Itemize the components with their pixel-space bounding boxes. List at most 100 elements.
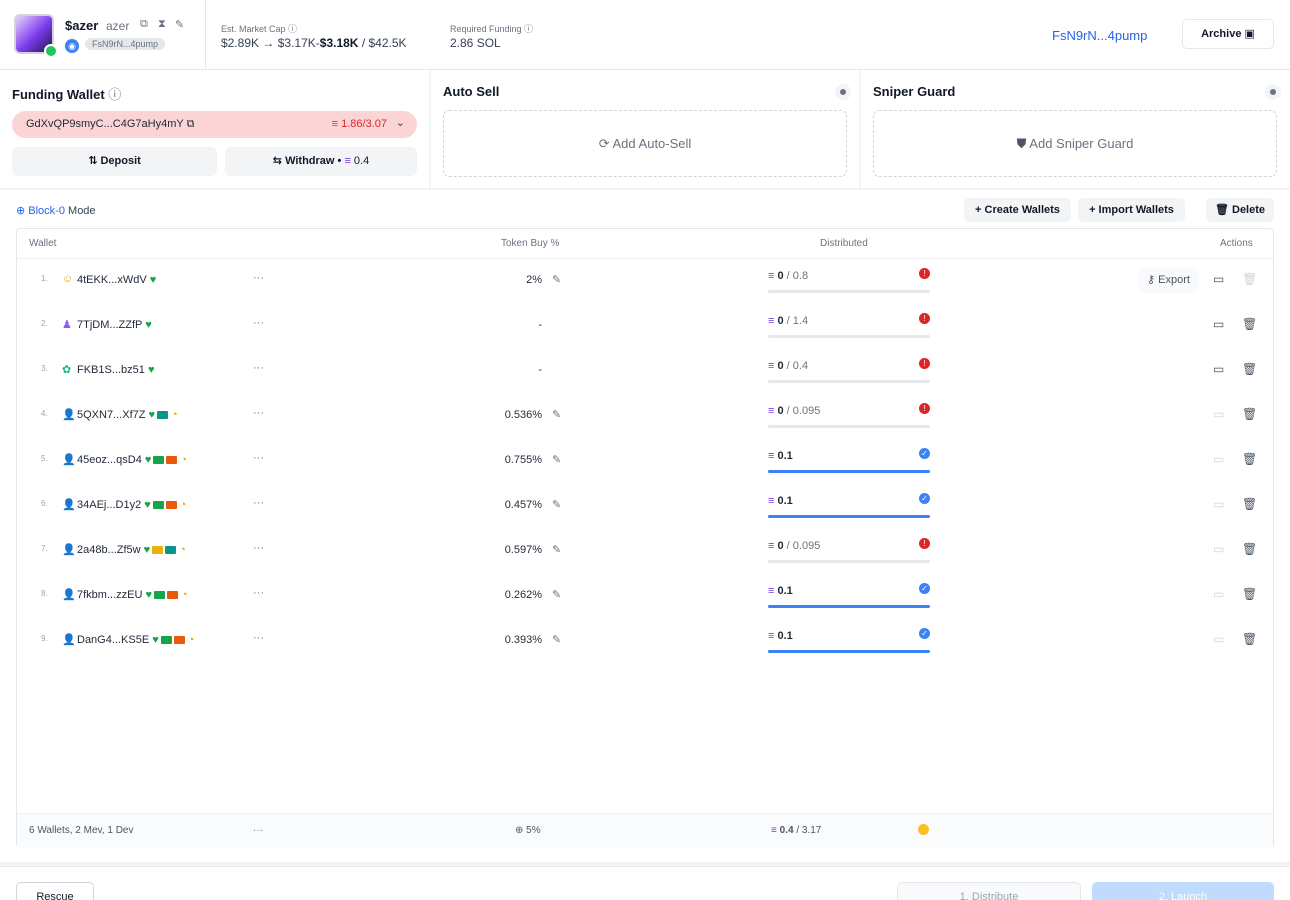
wallet-avatar-icon: ☺ — [62, 273, 74, 285]
token-address[interactable]: FsN9rN...4pump — [85, 38, 166, 50]
deposit-button[interactable]: ⇅ Deposit — [12, 147, 217, 176]
help-icon[interactable]: ⓘ — [524, 24, 533, 34]
distribution-cell: ≡ 0.1 ✓ — [768, 583, 930, 608]
col-actions: Actions — [1220, 238, 1253, 249]
trash-icon[interactable]: 🗑 — [1242, 587, 1257, 601]
timer-icon: ◔ — [179, 544, 186, 556]
wallet-address[interactable]: FKB1S...bz51 ♥ — [77, 364, 154, 376]
shield-check-icon: ♥ — [147, 364, 155, 376]
trash-icon: 🗑 — [1214, 204, 1229, 216]
copy-icon[interactable]: ⧉ — [140, 18, 148, 31]
withdraw-icon: ⇆ — [272, 155, 282, 167]
import-wallets-button[interactable]: + Import Wallets — [1078, 198, 1185, 222]
mint-address-link[interactable]: FsN9rN...4pump — [1052, 28, 1147, 43]
distribution-progress-bar — [768, 560, 930, 563]
token-buy-percent: - — [538, 364, 542, 376]
wallet-address[interactable]: 45eoz...qsD4 ♥ ◔ — [77, 454, 187, 466]
add-auto-sell-button[interactable]: ⟳ Add Auto-Sell — [443, 110, 847, 177]
folder-icon[interactable]: ▭ — [1213, 407, 1224, 421]
folder-icon[interactable]: ▭ — [1213, 452, 1224, 466]
more-icon[interactable]: ··· — [253, 632, 264, 644]
folder-icon[interactable]: ▭ — [1213, 497, 1224, 511]
check-status-icon: ✓ — [919, 493, 930, 504]
more-icon[interactable]: ··· — [253, 407, 264, 419]
chevron-down-icon: ⌄ — [395, 117, 405, 129]
hourglass-icon[interactable]: ⧗ — [158, 18, 166, 31]
funding-wallet-select[interactable]: GdXvQP9smyC...C4G7aHy4mY ⧉ ≡ 1.86/3.07 ⌄ — [12, 111, 417, 138]
edit-percent-icon[interactable]: ✎ — [552, 543, 561, 556]
funding-label: Required Funding ⓘ — [450, 24, 534, 34]
more-icon[interactable]: ··· — [253, 497, 264, 509]
auto-sell-icon: ⟳ — [598, 136, 610, 151]
wallet-avatar-icon: ✿ — [62, 364, 72, 376]
folder-icon[interactable]: ▭ — [1213, 587, 1224, 601]
edit-icon[interactable]: ✎ — [175, 18, 184, 31]
wallet-address[interactable]: DanG4...KS5E ♥ ◔ — [77, 634, 194, 646]
archive-button[interactable]: Archive ▣ — [1182, 19, 1274, 49]
help-icon[interactable]: ⓘ — [108, 87, 121, 102]
more-icon[interactable]: ··· — [253, 587, 264, 599]
distributed-value: ≡ 0.1 — [768, 450, 793, 462]
export-button[interactable]: ⚷ Export — [1138, 268, 1199, 293]
folder-tag-icon — [154, 591, 165, 600]
create-wallets-button[interactable]: + Create Wallets — [964, 198, 1071, 222]
table-row: 1. ☺ 4tEKK...xWdV ♥ ··· 2% ✎ ≡ 0 / 0.8 !… — [17, 259, 1273, 304]
more-icon[interactable]: ··· — [253, 452, 264, 464]
funding-wallet-address: GdXvQP9smyC...C4G7aHy4mY ⧉ — [26, 118, 195, 130]
wallets-table: Wallet Token Buy % Distributed Actions 1… — [16, 228, 1274, 848]
token-image[interactable] — [14, 14, 58, 58]
row-index: 7. — [41, 544, 48, 553]
trash-icon[interactable]: 🗑 — [1242, 497, 1257, 511]
edit-percent-icon[interactable]: ✎ — [552, 453, 561, 466]
more-icon[interactable]: ··· — [253, 542, 264, 554]
help-icon[interactable]: ⓘ — [288, 24, 297, 34]
wallet-avatar-icon: ♟ — [62, 319, 72, 331]
more-icon[interactable]: ··· — [253, 825, 263, 836]
more-icon[interactable]: ··· — [253, 272, 264, 284]
more-icon[interactable]: ··· — [253, 362, 264, 374]
mode-toggle[interactable]: ⊕ Block-0 Mode — [16, 204, 96, 217]
wallet-address[interactable]: 4tEKK...xWdV ♥ — [77, 274, 156, 286]
folder-icon[interactable]: ▭ — [1213, 362, 1224, 376]
trash-icon[interactable]: 🗑 — [1242, 452, 1257, 466]
folder-icon[interactable]: ▭ — [1213, 317, 1224, 331]
trash-icon[interactable]: 🗑 — [1242, 542, 1257, 556]
copy-icon[interactable]: ⧉ — [187, 118, 195, 130]
edit-percent-icon[interactable]: ✎ — [552, 498, 561, 511]
more-icon[interactable]: ··· — [253, 317, 264, 329]
token-buy-percent: 0.597% — [504, 544, 542, 556]
trash-icon[interactable]: 🗑 — [1242, 317, 1257, 331]
delete-button[interactable]: 🗑 Delete — [1206, 198, 1274, 222]
distributed-value: ≡ 0 / 0.095 — [768, 405, 821, 417]
table-row: 7. 👤 2a48b...Zf5w ♥ ◔ ··· 0.597% ✎ ≡ 0 / … — [17, 529, 1273, 574]
wallet-address[interactable]: 2a48b...Zf5w ♥ ◔ — [77, 544, 186, 556]
withdraw-button[interactable]: ⇆ Withdraw • ≡ 0.4 — [225, 147, 417, 176]
settings-dot-icon[interactable] — [835, 84, 851, 100]
trash-icon[interactable]: 🗑 — [1242, 272, 1257, 286]
folder-icon[interactable]: ▭ — [1213, 632, 1224, 646]
trash-icon[interactable]: 🗑 — [1242, 632, 1257, 646]
wallet-address[interactable]: 5QXN7...Xf7Z ♥ ◔ — [77, 409, 178, 421]
wallet-address[interactable]: 7TjDM...ZZfP ♥ — [77, 319, 152, 331]
token-ticker: $azer — [65, 18, 99, 33]
table-row: 8. 👤 7fkbm...zzEU ♥ ◔ ··· 0.262% ✎ ≡ 0.1 … — [17, 574, 1273, 619]
folder-icon[interactable]: ▭ — [1213, 272, 1224, 286]
table-row: 9. 👤 DanG4...KS5E ♥ ◔ ··· 0.393% ✎ ≡ 0.1 … — [17, 619, 1273, 664]
folder-icon[interactable]: ▭ — [1213, 542, 1224, 556]
wallets-section: ⊕ Block-0 Mode + Create Wallets + Import… — [0, 190, 1290, 862]
trash-icon[interactable]: 🗑 — [1242, 407, 1257, 421]
trash-icon[interactable]: 🗑 — [1242, 362, 1257, 376]
wallet-address[interactable]: 7fkbm...zzEU ♥ ◔ — [77, 589, 188, 601]
edit-percent-icon[interactable]: ✎ — [552, 408, 561, 421]
distribute-button[interactable]: 1. Distribute — [897, 882, 1081, 900]
add-sniper-guard-button[interactable]: ⛊ Add Sniper Guard — [873, 110, 1277, 177]
rescue-button[interactable]: Rescue — [16, 882, 94, 900]
shield-check-icon: ♥ — [145, 589, 152, 601]
edit-percent-icon[interactable]: ✎ — [552, 273, 561, 286]
wallet-address[interactable]: 34AEj...D1y2 ♥ ◔ — [77, 499, 186, 511]
edit-percent-icon[interactable]: ✎ — [552, 588, 561, 601]
sol-icon: ≡ — [771, 825, 777, 836]
edit-percent-icon[interactable]: ✎ — [552, 633, 561, 646]
settings-dot-icon[interactable] — [1265, 84, 1281, 100]
launch-button[interactable]: 2. Launch — [1092, 882, 1274, 900]
